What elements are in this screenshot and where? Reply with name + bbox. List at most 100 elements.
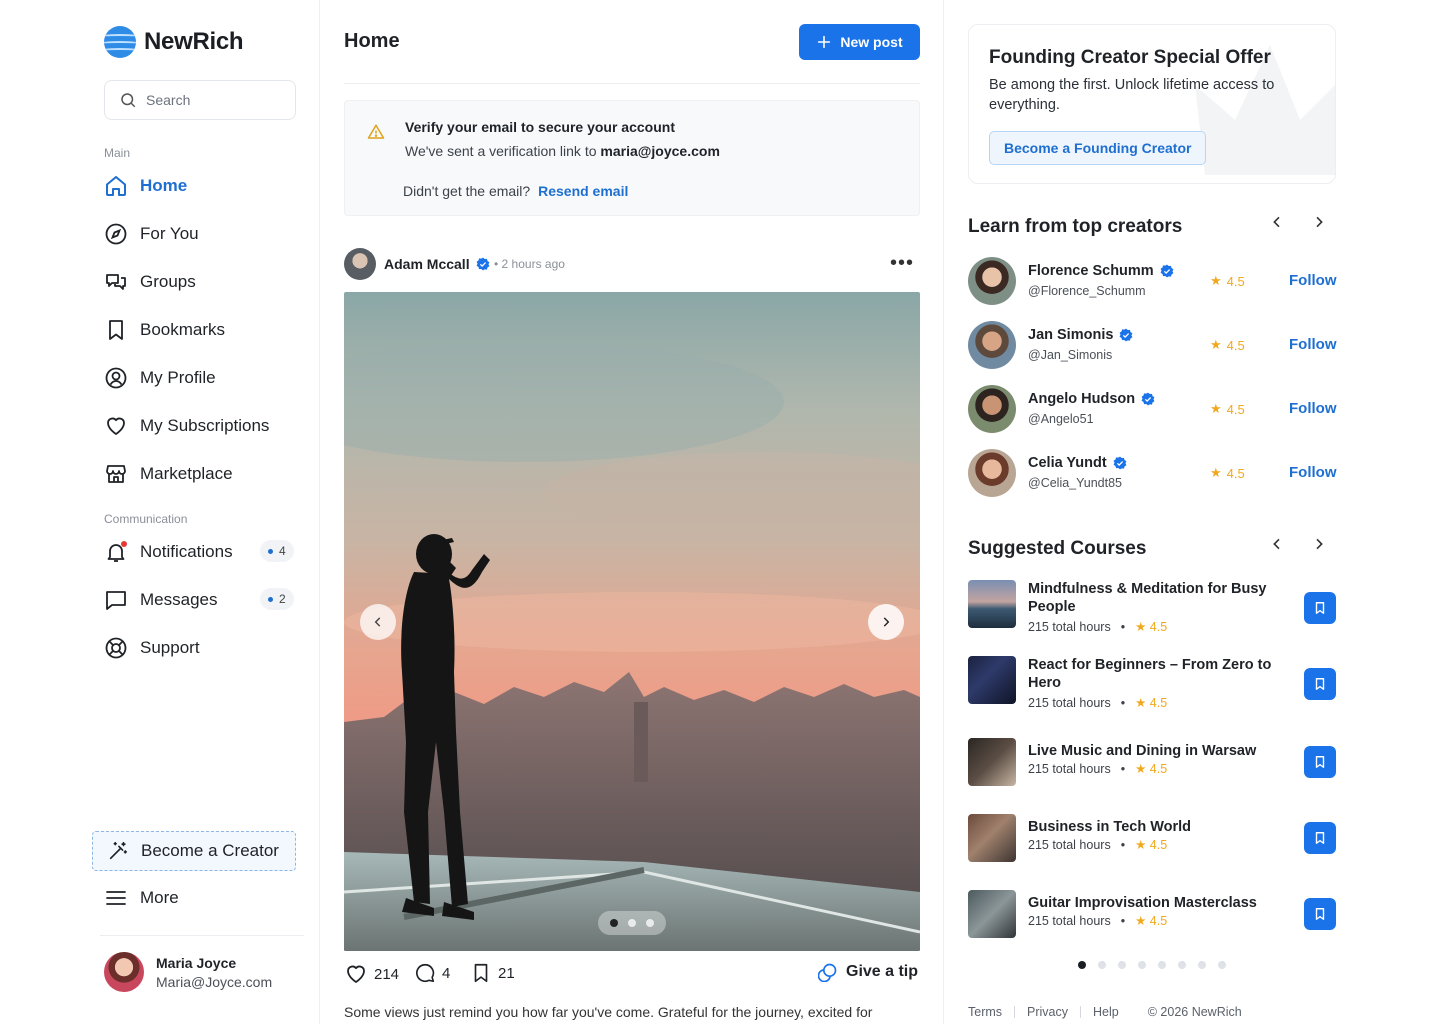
course-title[interactable]: React for Beginners – From Zero to Hero — [1028, 656, 1278, 692]
star-icon: ★ — [1210, 401, 1222, 416]
follow-button[interactable]: Follow — [1289, 400, 1337, 417]
course-row[interactable]: Guitar Improvisation Masterclass 215 tota… — [968, 890, 1336, 940]
more-button[interactable]: More — [104, 886, 179, 910]
pagination-dot[interactable] — [1078, 961, 1086, 969]
save-button[interactable]: 21 — [470, 962, 515, 984]
course-row[interactable]: Live Music and Dining in Warsaw 215 total… — [968, 738, 1336, 788]
resend-email-link[interactable]: Resend email — [538, 183, 628, 199]
pagination-dot[interactable] — [1198, 961, 1206, 969]
course-title[interactable]: Guitar Improvisation Masterclass — [1028, 894, 1278, 912]
creators-next-button[interactable] — [1309, 214, 1329, 235]
become-founding-creator-button[interactable]: Become a Founding Creator — [989, 131, 1207, 165]
groups-icon — [104, 270, 128, 294]
courses-pagination[interactable] — [1078, 961, 1226, 969]
course-row[interactable]: Business in Tech World 215 total hours • ★ … — [968, 814, 1336, 864]
chevron-right-icon — [1316, 538, 1323, 550]
post-author[interactable]: Adam Mccall — [384, 256, 470, 272]
pagination-dot[interactable] — [646, 919, 654, 927]
new-post-button[interactable]: New post — [799, 24, 920, 60]
course-meta: 215 total hours • ★ 4.5 — [1028, 695, 1168, 711]
follow-button[interactable]: Follow — [1289, 336, 1337, 353]
image-next-button[interactable] — [868, 604, 904, 640]
pagination-dot[interactable] — [1158, 961, 1166, 969]
help-link[interactable]: Help — [1093, 1005, 1119, 1019]
comment-button[interactable]: 4 — [414, 962, 450, 984]
course-row[interactable]: Mindfulness & Meditation for Busy People… — [968, 578, 1336, 634]
nav-item-for-you[interactable]: For You — [104, 220, 199, 248]
store-icon — [104, 462, 128, 486]
creator-name[interactable]: Celia Yundt — [1028, 455, 1107, 471]
nav-item-support[interactable]: Support — [104, 634, 200, 662]
creator-row[interactable]: Celia Yundt @Celia_Yundt85 ★ 4.5 Follow — [968, 449, 1337, 497]
pagination-dot[interactable] — [610, 919, 618, 927]
avatar[interactable] — [968, 257, 1016, 305]
follow-button[interactable]: Follow — [1289, 272, 1337, 289]
creator-row[interactable]: Florence Schumm @Florence_Schumm ★ 4.5 Follo… — [968, 257, 1337, 305]
course-title[interactable]: Business in Tech World — [1028, 818, 1278, 836]
course-thumbnail[interactable] — [968, 738, 1016, 786]
search-box[interactable] — [104, 80, 296, 120]
courses-next-button[interactable] — [1309, 536, 1329, 557]
course-title[interactable]: Live Music and Dining in Warsaw — [1028, 742, 1278, 760]
nav-label: My Profile — [140, 368, 216, 387]
avatar[interactable] — [968, 385, 1016, 433]
creator-rating: ★ 4.5 — [1210, 337, 1245, 353]
course-row[interactable]: React for Beginners – From Zero to Hero 2… — [968, 654, 1336, 710]
creator-row[interactable]: Jan Simonis @Jan_Simonis ★ 4.5 Follow — [968, 321, 1337, 369]
avatar[interactable] — [968, 321, 1016, 369]
pagination-dot[interactable] — [1178, 961, 1186, 969]
user-account[interactable]: Maria Joyce Maria@Joyce.com — [104, 952, 272, 992]
nav-item-bookmarks[interactable]: Bookmarks — [104, 316, 225, 344]
creator-name[interactable]: Florence Schumm — [1028, 263, 1154, 279]
save-course-button[interactable] — [1304, 898, 1336, 930]
nav-item-my-subscriptions[interactable]: My Subscriptions — [104, 412, 269, 440]
pagination-dot[interactable] — [628, 919, 636, 927]
terms-link[interactable]: Terms — [968, 1005, 1002, 1019]
save-course-button[interactable] — [1304, 592, 1336, 624]
nav-item-messages[interactable]: Messages 2 — [104, 586, 294, 614]
like-button[interactable]: 214 — [344, 962, 399, 986]
course-title[interactable]: Mindfulness & Meditation for Busy People — [1028, 580, 1278, 616]
logo-icon — [104, 26, 136, 58]
follow-button[interactable]: Follow — [1289, 464, 1337, 481]
become-creator-button[interactable]: Become a Creator — [92, 831, 296, 871]
offer-text: Be among the first. Unlock lifetime acce… — [989, 77, 1275, 113]
creator-name[interactable]: Jan Simonis — [1028, 327, 1113, 343]
creator-name[interactable]: Angelo Hudson — [1028, 391, 1135, 407]
nav-item-groups[interactable]: Groups — [104, 268, 196, 296]
course-thumbnail[interactable] — [968, 890, 1016, 938]
give-tip-button[interactable]: Give a tip — [818, 962, 918, 982]
pagination-dot[interactable] — [1098, 961, 1106, 969]
star-icon: ★ 4.5 — [1135, 838, 1168, 852]
post-image[interactable] — [344, 292, 920, 951]
creator-row[interactable]: Angelo Hudson @Angelo51 ★ 4.5 Follow — [968, 385, 1337, 433]
nav-label: Marketplace — [140, 464, 233, 483]
search-input[interactable] — [146, 92, 276, 108]
creators-prev-button[interactable] — [1267, 214, 1287, 235]
course-thumbnail[interactable] — [968, 580, 1016, 628]
app-logo[interactable]: NewRich — [104, 26, 244, 58]
image-pagination[interactable] — [598, 911, 666, 935]
pagination-dot[interactable] — [1218, 961, 1226, 969]
post-more-menu[interactable]: ••• — [890, 253, 914, 273]
save-course-button[interactable] — [1304, 822, 1336, 854]
pagination-dot[interactable] — [1118, 961, 1126, 969]
save-course-button[interactable] — [1304, 746, 1336, 778]
plus-icon — [818, 35, 831, 49]
verify-email-address: maria@joyce.com — [600, 143, 720, 159]
avatar[interactable] — [344, 248, 376, 280]
course-thumbnail[interactable] — [968, 814, 1016, 862]
save-course-button[interactable] — [1304, 668, 1336, 700]
nav-item-my-profile[interactable]: My Profile — [104, 364, 216, 392]
avatar[interactable] — [968, 449, 1016, 497]
nav-item-notifications[interactable]: Notifications 4 — [104, 538, 294, 566]
courses-prev-button[interactable] — [1267, 536, 1287, 557]
nav-item-marketplace[interactable]: Marketplace — [104, 460, 233, 488]
course-thumbnail[interactable] — [968, 656, 1016, 704]
like-count: 214 — [374, 965, 400, 983]
nav-item-home[interactable]: Home — [104, 172, 187, 200]
image-prev-button[interactable] — [360, 604, 396, 640]
privacy-link[interactable]: Privacy — [1027, 1005, 1068, 1019]
bookmark-icon — [1315, 756, 1325, 768]
pagination-dot[interactable] — [1138, 961, 1146, 969]
